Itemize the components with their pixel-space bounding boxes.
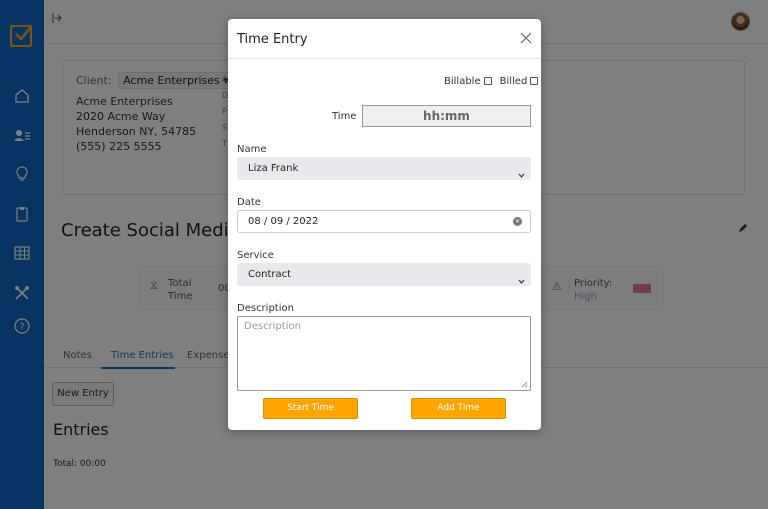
billing-checkboxes: Billable Billed xyxy=(444,76,539,87)
description-placeholder: Description xyxy=(244,321,301,332)
modal-title: Time Entry xyxy=(237,32,308,47)
description-textarea[interactable]: Description xyxy=(237,316,531,391)
date-value: 08 / 09 / 2022 xyxy=(248,216,319,227)
service-select[interactable]: Contract xyxy=(237,263,531,286)
billed-checkbox[interactable] xyxy=(530,77,539,85)
service-value: Contract xyxy=(248,269,292,280)
resize-grip-icon[interactable] xyxy=(521,381,528,388)
clear-date-icon[interactable]: ✕ xyxy=(513,217,522,226)
add-time-button[interactable]: Add Time xyxy=(411,398,506,419)
service-label: Service xyxy=(237,250,274,261)
date-input[interactable]: 08 / 09 / 2022 ✕ xyxy=(237,210,531,233)
close-icon[interactable] xyxy=(520,32,532,44)
date-label: Date xyxy=(237,197,261,208)
name-label: Name xyxy=(237,144,267,155)
billable-label: Billable xyxy=(444,76,481,87)
time-entry-modal: Time Entry Billable Billed Time hh:mm Nam… xyxy=(228,19,541,430)
description-label: Description xyxy=(237,303,294,314)
start-time-button[interactable]: Start Time xyxy=(263,398,358,419)
time-label: Time xyxy=(332,111,357,122)
name-select[interactable]: Liza Frank xyxy=(237,157,531,180)
modal-header: Time Entry xyxy=(228,19,541,59)
name-value: Liza Frank xyxy=(248,163,299,174)
chevron-down-icon xyxy=(518,165,525,178)
billed-label: Billed xyxy=(499,76,528,87)
chevron-down-icon xyxy=(518,271,525,284)
billable-checkbox[interactable] xyxy=(483,77,492,85)
time-input[interactable]: hh:mm xyxy=(362,105,531,127)
